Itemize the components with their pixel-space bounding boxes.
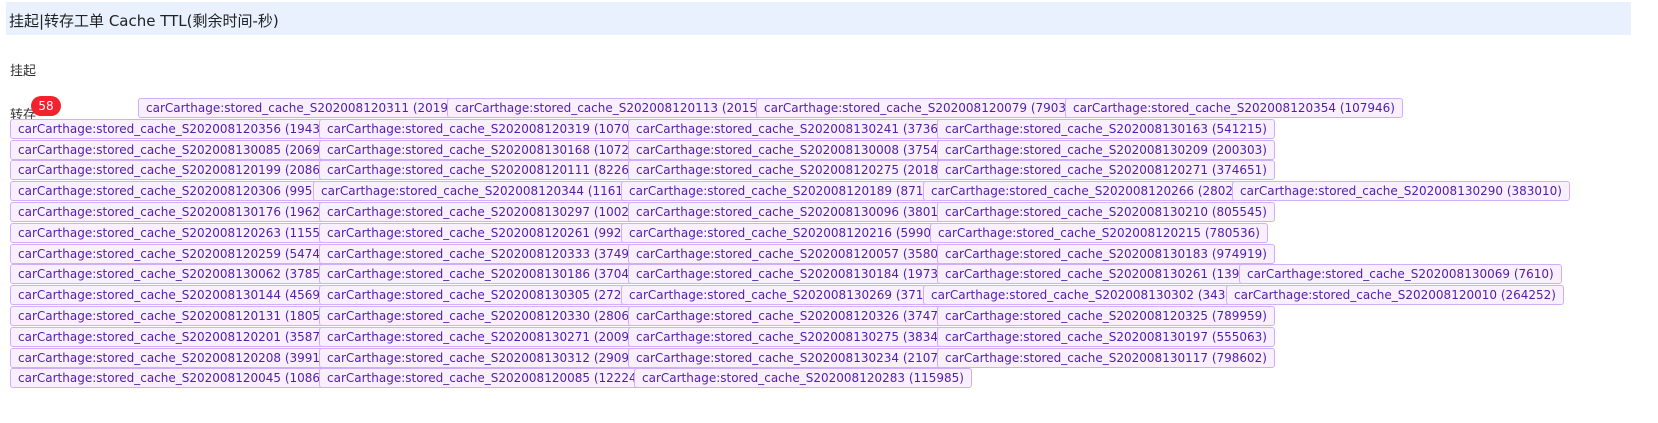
cache-tag[interactable]: carCarthage:stored_cache_S202008120199 (… — [10, 160, 348, 180]
cache-tag[interactable]: carCarthage:stored_cache_S202008120215 (… — [930, 223, 1268, 243]
cache-tag[interactable]: carCarthage:stored_cache_S202008130275 (… — [628, 327, 966, 347]
cache-tag[interactable]: carCarthage:stored_cache_S202008130312 (… — [319, 348, 657, 368]
cache-tag[interactable]: carCarthage:stored_cache_S202008130261 (… — [937, 264, 1268, 284]
section-header: 挂起|转存工单 Cache TTL(剩余时间-秒) — [6, 2, 1631, 35]
cache-tag[interactable]: carCarthage:stored_cache_S202008130290 (… — [1232, 181, 1570, 201]
cache-tag[interactable]: carCarthage:stored_cache_S202008120283 (… — [634, 368, 972, 388]
cache-tag[interactable]: carCarthage:stored_cache_S202008130183 (… — [937, 244, 1275, 264]
cache-tag[interactable]: carCarthage:stored_cache_S202008130008 (… — [628, 140, 966, 160]
cache-tag[interactable]: carCarthage:stored_cache_S202008120356 (… — [10, 119, 348, 139]
cache-tag[interactable]: carCarthage:stored_cache_S202008130168 (… — [319, 140, 665, 160]
cache-tag[interactable]: carCarthage:stored_cache_S202008130269 (… — [621, 285, 952, 305]
cache-tag[interactable]: carCarthage:stored_cache_S202008120325 (… — [937, 306, 1275, 326]
cache-tag[interactable]: carCarthage:stored_cache_S202008120131 (… — [10, 306, 348, 326]
cache-tag[interactable]: carCarthage:stored_cache_S202008120057 (… — [628, 244, 966, 264]
cache-tag[interactable]: carCarthage:stored_cache_S202008120259 (… — [10, 244, 348, 264]
cache-tag[interactable]: carCarthage:stored_cache_S202008130096 (… — [628, 202, 966, 222]
cache-tag[interactable]: carCarthage:stored_cache_S202008120216 (… — [621, 223, 959, 243]
cache-tag[interactable]: carCarthage:stored_cache_S202008120079 (… — [756, 98, 1094, 118]
cache-tag[interactable]: carCarthage:stored_cache_S202008130163 (… — [937, 119, 1275, 139]
cache-tag[interactable]: carCarthage:stored_cache_S202008120333 (… — [319, 244, 657, 264]
cache-tag[interactable]: carCarthage:stored_cache_S202008130271 (… — [319, 327, 657, 347]
cache-tag[interactable]: carCarthage:stored_cache_S202008120045 (… — [10, 368, 348, 388]
cache-tag[interactable]: carCarthage:stored_cache_S202008130184 (… — [628, 264, 966, 284]
cache-tag[interactable]: carCarthage:stored_cache_S202008120208 (… — [10, 348, 348, 368]
cache-tag[interactable]: carCarthage:stored_cache_S202008120319 (… — [319, 119, 657, 139]
cache-tag[interactable]: carCarthage:stored_cache_S202008130176 (… — [10, 202, 348, 222]
cache-tag[interactable]: carCarthage:stored_cache_S202008120266 (… — [923, 181, 1261, 201]
cache-tag[interactable]: carCarthage:stored_cache_S202008120354 (… — [1065, 98, 1403, 118]
cache-tag[interactable]: carCarthage:stored_cache_S202008120311 (… — [138, 98, 476, 118]
cache-tag[interactable]: carCarthage:stored_cache_S202008120261 (… — [319, 223, 650, 243]
cache-tag[interactable]: carCarthage:stored_cache_S202008120113 (… — [447, 98, 785, 118]
cache-tag[interactable]: carCarthage:stored_cache_S202008120085 (… — [319, 368, 665, 388]
cache-tag[interactable]: carCarthage:stored_cache_S202008130062 (… — [10, 264, 348, 284]
cache-tag[interactable]: carCarthage:stored_cache_S202008120263 (… — [10, 223, 348, 243]
cache-tag[interactable]: carCarthage:stored_cache_S202008130186 (… — [319, 264, 657, 284]
cache-tag[interactable]: carCarthage:stored_cache_S202008120326 (… — [628, 306, 966, 326]
cache-tag[interactable]: carCarthage:stored_cache_S202008130302 (… — [923, 285, 1254, 305]
cache-tag[interactable]: carCarthage:stored_cache_S202008130085 (… — [10, 140, 348, 160]
cache-tag[interactable]: carCarthage:stored_cache_S202008130305 (… — [319, 285, 650, 305]
cache-tag[interactable]: carCarthage:stored_cache_S202008130241 (… — [628, 119, 966, 139]
transfer-count-badge: 58 — [31, 96, 61, 116]
cache-tag[interactable]: carCarthage:stored_cache_S202008130234 (… — [628, 348, 966, 368]
cache-tag[interactable]: carCarthage:stored_cache_S202008120306 (… — [10, 181, 341, 201]
cache-tag[interactable]: carCarthage:stored_cache_S202008120344 (… — [313, 181, 651, 201]
cache-tag[interactable]: carCarthage:stored_cache_S202008120111 (… — [319, 160, 657, 180]
page-title: 挂起|转存工单 Cache TTL(剩余时间-秒) — [9, 12, 279, 30]
transfer-tag-list: carCarthage:stored_cache_S202008120311 (… — [0, 0, 1658, 423]
cache-tag[interactable]: carCarthage:stored_cache_S202008130069 (… — [1239, 264, 1562, 284]
cache-tag[interactable]: carCarthage:stored_cache_S202008120189 (… — [621, 181, 952, 201]
cache-tag[interactable]: carCarthage:stored_cache_S202008130209 (… — [937, 140, 1275, 160]
suspend-label: 挂起 — [10, 64, 37, 79]
cache-tag[interactable]: carCarthage:stored_cache_S202008130144 (… — [10, 285, 348, 305]
cache-tag[interactable]: carCarthage:stored_cache_S202008130297 (… — [319, 202, 657, 222]
cache-tag[interactable]: carCarthage:stored_cache_S202008130117 (… — [937, 348, 1275, 368]
cache-tag[interactable]: carCarthage:stored_cache_S202008120271 (… — [937, 160, 1275, 180]
cache-tag[interactable]: carCarthage:stored_cache_S202008120275 (… — [628, 160, 966, 180]
cache-tag[interactable]: carCarthage:stored_cache_S202008120010 (… — [1226, 285, 1564, 305]
cache-tag[interactable]: carCarthage:stored_cache_S202008120330 (… — [319, 306, 657, 326]
cache-tag[interactable]: carCarthage:stored_cache_S202008120201 (… — [10, 327, 348, 347]
cache-tag[interactable]: carCarthage:stored_cache_S202008130210 (… — [937, 202, 1275, 222]
cache-tag[interactable]: carCarthage:stored_cache_S202008130197 (… — [937, 327, 1275, 347]
